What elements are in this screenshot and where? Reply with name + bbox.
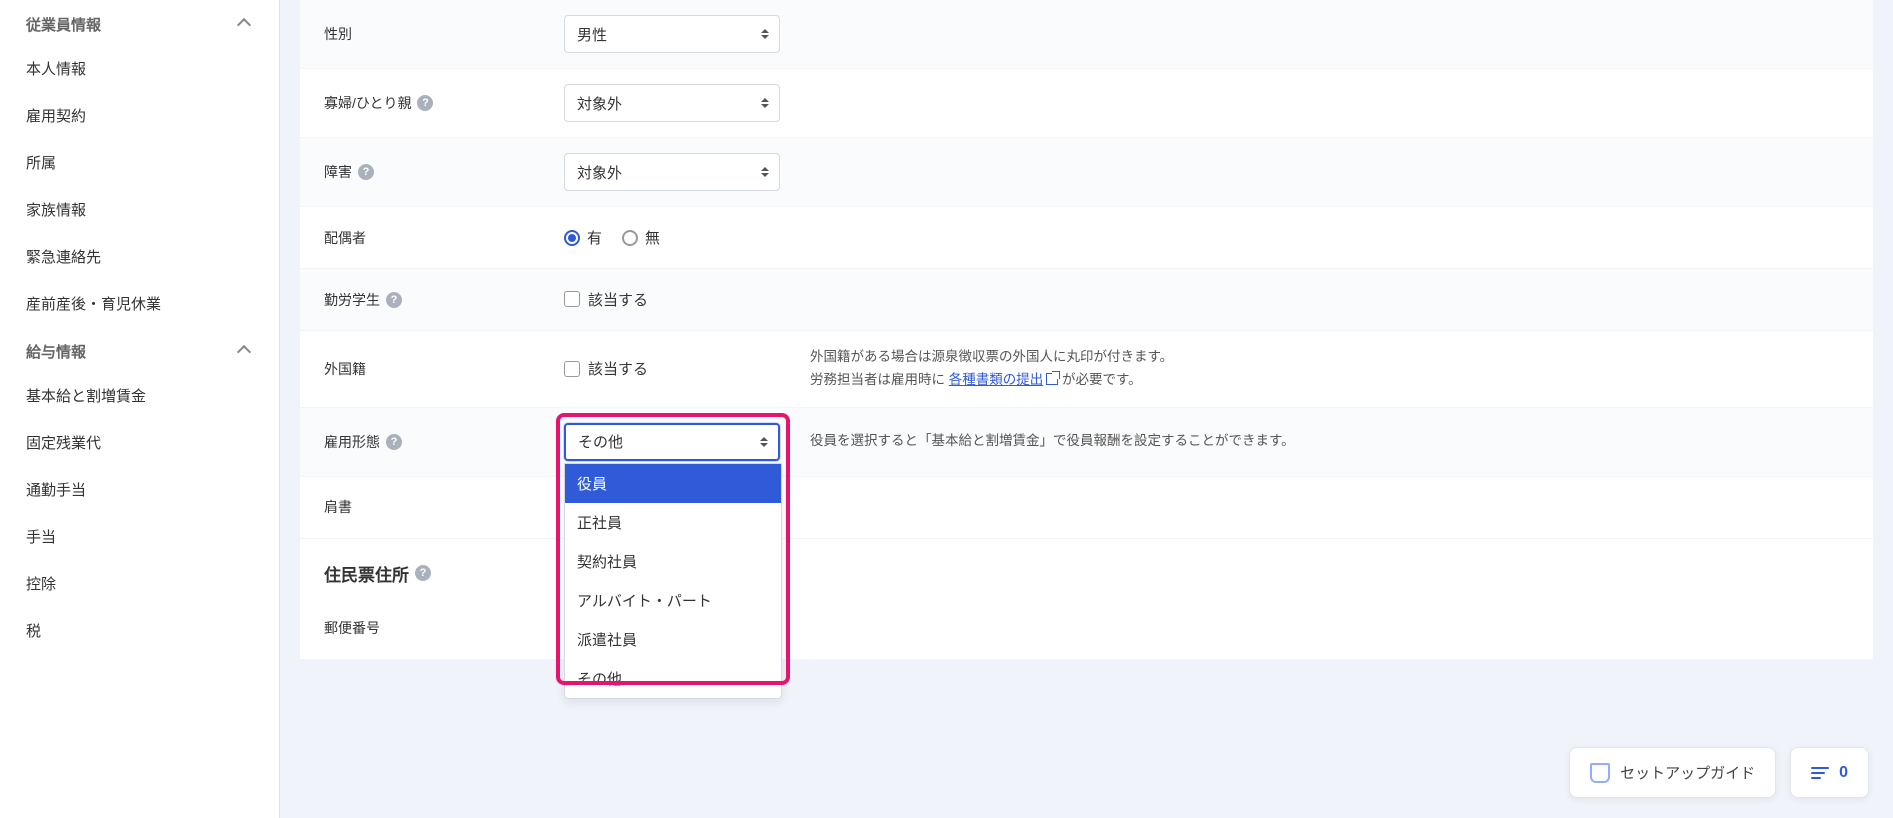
row-working-student: 勤労学生 ? 該当する — [300, 269, 1873, 331]
help-text-line2-post: が必要です。 — [1058, 372, 1141, 387]
select-value: 対象外 — [577, 162, 622, 183]
select-caret-icon — [761, 98, 769, 108]
help-icon[interactable]: ? — [386, 434, 402, 450]
row-foreign: 外国籍 該当する 外国籍がある場合は源泉徴収票の外国人に丸印が付きます。 労務担… — [300, 331, 1873, 408]
select-caret-icon — [760, 437, 768, 447]
radio-label: 有 — [587, 227, 602, 248]
sidebar-section-label: 給与情報 — [26, 341, 86, 362]
help-icon[interactable]: ? — [415, 565, 431, 581]
radio-icon — [622, 230, 638, 246]
help-foreign: 外国籍がある場合は源泉徴収票の外国人に丸印が付きます。 労務担当者は雇用時に 各… — [790, 346, 1849, 392]
label-gender: 性別 — [324, 24, 564, 44]
section-header-residence: 住民票住所 ? — [300, 539, 1873, 598]
dropdown-employment-type: 役員 正社員 契約社員 アルバイト・パート 派遣社員 その他 — [564, 463, 782, 699]
select-widow[interactable]: 対象外 — [564, 84, 780, 122]
setup-guide-label: セットアップガイド — [1620, 762, 1755, 783]
option-officer[interactable]: 役員 — [565, 464, 781, 503]
sidebar-item-fixed-overtime[interactable]: 固定残業代 — [0, 419, 279, 466]
option-contract[interactable]: 契約社員 — [565, 542, 781, 581]
radio-group-spouse: 有 無 — [564, 227, 790, 248]
list-icon — [1811, 767, 1829, 779]
help-text-line1: 外国籍がある場合は源泉徴収票の外国人に丸印が付きます。 — [810, 346, 1849, 369]
select-disability[interactable]: 対象外 — [564, 153, 780, 191]
sidebar-item-personal-info[interactable]: 本人情報 — [0, 45, 279, 92]
sidebar-item-employment-contract[interactable]: 雇用契約 — [0, 92, 279, 139]
sidebar-item-maternity-leave[interactable]: 産前産後・育児休業 — [0, 280, 279, 327]
sidebar-section-employee-info[interactable]: 従業員情報 — [0, 0, 279, 45]
row-disability: 障害 ? 対象外 — [300, 138, 1873, 207]
radio-spouse-no[interactable]: 無 — [622, 227, 660, 248]
label-working-student: 勤労学生 — [324, 290, 380, 310]
sidebar-item-department[interactable]: 所属 — [0, 139, 279, 186]
label-postal-code: 郵便番号 — [324, 618, 564, 638]
chevron-up-icon — [237, 344, 251, 358]
checkbox-icon — [564, 361, 580, 377]
radio-spouse-yes[interactable]: 有 — [564, 227, 602, 248]
select-caret-icon — [761, 29, 769, 39]
main-content: 性別 男性 寡婦/ひとり親 ? 対象外 — [280, 0, 1893, 818]
help-icon[interactable]: ? — [358, 164, 374, 180]
checkbox-label: 該当する — [588, 358, 648, 379]
sidebar-item-allowance[interactable]: 手当 — [0, 513, 279, 560]
book-icon — [1590, 763, 1610, 783]
tasks-count: 0 — [1839, 764, 1848, 782]
chevron-up-icon — [237, 17, 251, 31]
tasks-button[interactable]: 0 — [1790, 747, 1869, 798]
select-value: その他 — [578, 431, 623, 452]
row-postal-code: 郵便番号 — [300, 598, 1873, 660]
select-employment-type[interactable]: その他 — [564, 423, 780, 461]
label-employment-type: 雇用形態 — [324, 432, 380, 452]
label-title: 肩書 — [324, 497, 564, 517]
checkbox-working-student[interactable]: 該当する — [564, 289, 648, 310]
label-foreign: 外国籍 — [324, 359, 564, 379]
form-card: 性別 男性 寡婦/ひとり親 ? 対象外 — [300, 0, 1873, 660]
select-gender[interactable]: 男性 — [564, 15, 780, 53]
help-employment-type: 役員を選択すると「基本給と割増賃金」で役員報酬を設定することができます。 — [790, 430, 1849, 453]
sidebar-item-family-info[interactable]: 家族情報 — [0, 186, 279, 233]
sidebar-item-emergency-contact[interactable]: 緊急連絡先 — [0, 233, 279, 280]
external-link-icon — [1046, 373, 1058, 385]
select-value: 男性 — [577, 24, 607, 45]
sidebar-item-deduction[interactable]: 控除 — [0, 560, 279, 607]
row-title: 肩書 — [300, 477, 1873, 539]
select-value: 対象外 — [577, 93, 622, 114]
radio-label: 無 — [645, 227, 660, 248]
option-dispatch[interactable]: 派遣社員 — [565, 620, 781, 659]
link-documents-submit[interactable]: 各種書類の提出 — [949, 372, 1059, 387]
row-gender: 性別 男性 — [300, 0, 1873, 69]
setup-guide-button[interactable]: セットアップガイド — [1569, 747, 1776, 798]
row-widow: 寡婦/ひとり親 ? 対象外 — [300, 69, 1873, 138]
help-icon[interactable]: ? — [386, 292, 402, 308]
checkbox-foreign[interactable]: 該当する — [564, 358, 648, 379]
sidebar-section-label: 従業員情報 — [26, 14, 101, 35]
row-spouse: 配偶者 有 無 — [300, 207, 1873, 269]
sidebar: 従業員情報 本人情報 雇用契約 所属 家族情報 緊急連絡先 産前産後・育児休業 … — [0, 0, 280, 818]
row-employment-type: 雇用形態 ? その他 役員 正社員 契約社員 アルバイト・パート 派遣社員 — [300, 408, 1873, 477]
label-widow: 寡婦/ひとり親 — [324, 93, 411, 113]
floating-buttons: セットアップガイド 0 — [1569, 747, 1869, 798]
sidebar-item-tax[interactable]: 税 — [0, 607, 279, 654]
select-caret-icon — [761, 167, 769, 177]
sidebar-item-commute-allowance[interactable]: 通勤手当 — [0, 466, 279, 513]
option-parttime[interactable]: アルバイト・パート — [565, 581, 781, 620]
label-disability: 障害 — [324, 162, 352, 182]
checkbox-label: 該当する — [588, 289, 648, 310]
sidebar-section-salary-info[interactable]: 給与情報 — [0, 327, 279, 372]
option-other[interactable]: その他 — [565, 659, 781, 698]
checkbox-icon — [564, 291, 580, 307]
sidebar-item-base-pay[interactable]: 基本給と割増賃金 — [0, 372, 279, 419]
help-icon[interactable]: ? — [417, 95, 433, 111]
help-text-line2-pre: 労務担当者は雇用時に — [810, 372, 949, 387]
radio-icon-checked — [564, 230, 580, 246]
label-spouse: 配偶者 — [324, 228, 564, 248]
option-fulltime[interactable]: 正社員 — [565, 503, 781, 542]
section-title: 住民票住所 — [324, 561, 409, 586]
